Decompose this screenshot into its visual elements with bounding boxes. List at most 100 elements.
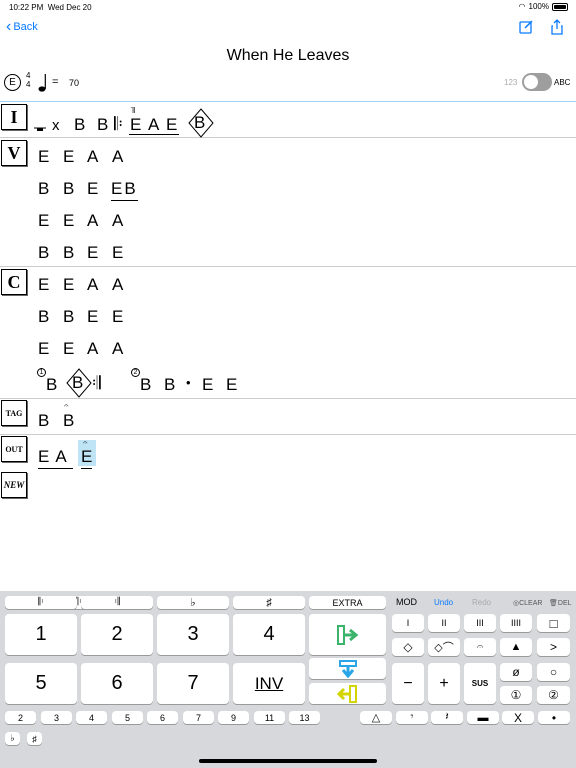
diminished-key[interactable]: ○ [537,663,570,681]
degree-4-key[interactable]: 4 [233,614,305,655]
chord[interactable]: B [164,375,175,395]
minor-key[interactable]: − [392,663,424,704]
chord[interactable]: B [194,113,205,133]
ext-5-key[interactable]: 5 [112,711,143,724]
back-button[interactable]: ‹ Back [6,19,38,35]
fermata-key[interactable]: 𝄐 [464,638,496,656]
ext-11-key[interactable]: 11 [254,711,285,724]
major-triangle-key[interactable]: △ [360,711,392,724]
repeat-start-key-face[interactable]: 𝄆 [5,596,77,609]
chord[interactable]: B [38,179,49,199]
chord[interactable]: E [202,375,213,395]
clear-button[interactable]: ◎CLEAR [513,599,542,607]
ext-flat-key[interactable]: ♭ [5,732,20,745]
extra-key[interactable]: EXTRA [309,596,386,609]
chord[interactable]: E [226,375,237,395]
degree-7-key[interactable]: 7 [157,663,229,704]
next-section-key[interactable] [309,614,386,655]
chord-selected[interactable]: E [81,447,93,469]
degree-2-key[interactable]: 2 [81,614,153,655]
augmented-key[interactable]: + [428,663,460,704]
compose-icon[interactable] [518,19,534,35]
chord[interactable]: E [38,147,49,167]
chord[interactable]: A [112,147,123,167]
ending-2-key[interactable]: ② [537,686,570,704]
chord[interactable]: E [63,339,74,359]
degree-1-key[interactable]: 1 [5,614,77,655]
chord[interactable]: E [112,307,123,327]
half-diminished-key[interactable]: ø [500,663,532,681]
diamond-tie-key[interactable]: ◇⌒ [428,638,460,656]
inversion-key[interactable]: INV [233,663,305,704]
redo-button[interactable]: Redo [472,598,491,607]
ext-9-key[interactable]: 9 [218,711,249,724]
chord[interactable]: B [140,375,151,395]
chord[interactable]: B [46,375,57,395]
section-verse[interactable]: V [1,140,27,166]
diamond-key[interactable]: ◇ [392,638,424,656]
chord[interactable]: A [112,211,123,231]
section-new[interactable]: NEW [1,472,27,498]
flat-key[interactable]: ♭ [157,596,229,609]
chord[interactable]: A [87,275,98,295]
chord[interactable]: EA [38,447,73,469]
undo-button[interactable]: Undo [434,598,453,607]
whole-rest-key[interactable]: ▬ [467,711,499,724]
chord[interactable]: x [52,117,60,134]
quarter-rest-key[interactable]: 𝄽 [431,711,463,724]
key-indicator[interactable]: E [4,74,21,91]
sus-key[interactable]: SUS [464,663,496,704]
bar-1-key[interactable]: I [392,614,424,632]
chord[interactable]: B [97,115,108,135]
chord[interactable]: A [112,339,123,359]
chord[interactable]: E [38,275,49,295]
previous-key[interactable] [309,683,386,704]
dot-key[interactable]: • [538,711,570,725]
x-key[interactable]: X [502,711,534,725]
chord[interactable]: E [112,243,123,263]
section-intro[interactable]: I [1,104,27,130]
repeat-end-key[interactable]: 𝄇 [81,596,153,609]
chord[interactable]: B [38,411,49,431]
sharp-key[interactable]: ♯ [233,596,305,609]
chord[interactable]: E [63,211,74,231]
accent-key[interactable]: ▲ [500,638,532,656]
chord[interactable]: EB [111,179,138,201]
chord[interactable]: E [130,115,141,135]
chord[interactable]: E [87,179,98,199]
degree-6-key[interactable]: 6 [81,663,153,704]
chord[interactable]: E [87,243,98,263]
chord[interactable]: E [63,275,74,295]
mod-label[interactable]: MOD [396,597,417,607]
section-tag[interactable]: TAG [1,400,27,426]
section-chorus[interactable]: C [1,269,27,295]
degree-5-key[interactable]: 5 [5,663,77,704]
chord[interactable]: B [74,115,85,135]
ext-3-key[interactable]: 3 [41,711,72,724]
square-key[interactable]: □ [537,614,570,632]
ext-4-key[interactable]: 4 [76,711,107,724]
tempo-value[interactable]: 70 [69,78,79,88]
chord[interactable]: B [63,179,74,199]
chord[interactable]: E [87,307,98,327]
chord[interactable]: A [148,115,159,135]
bar-4-key[interactable]: IIII [500,614,532,632]
share-icon[interactable] [549,19,565,35]
chord[interactable]: E [63,147,74,167]
bar-2-key[interactable]: II [428,614,460,632]
time-signature[interactable]: 44 [26,71,30,89]
chord[interactable]: E [166,115,177,135]
chord[interactable]: A [87,147,98,167]
chord[interactable]: B [63,411,74,431]
ext-13-key[interactable]: 13 [289,711,320,724]
chord[interactable]: E [38,339,49,359]
chord[interactable]: B [72,373,83,393]
ext-sharp-key[interactable]: ♯ [27,732,42,745]
ext-7-key[interactable]: 7 [183,711,214,724]
chord[interactable]: B [63,307,74,327]
degree-3-key[interactable]: 3 [157,614,229,655]
ending-1-key[interactable]: ① [500,686,532,704]
eighth-rest-key[interactable]: 𝄾 [396,711,428,724]
chord[interactable]: B [63,243,74,263]
push-key[interactable]: > [537,638,570,656]
